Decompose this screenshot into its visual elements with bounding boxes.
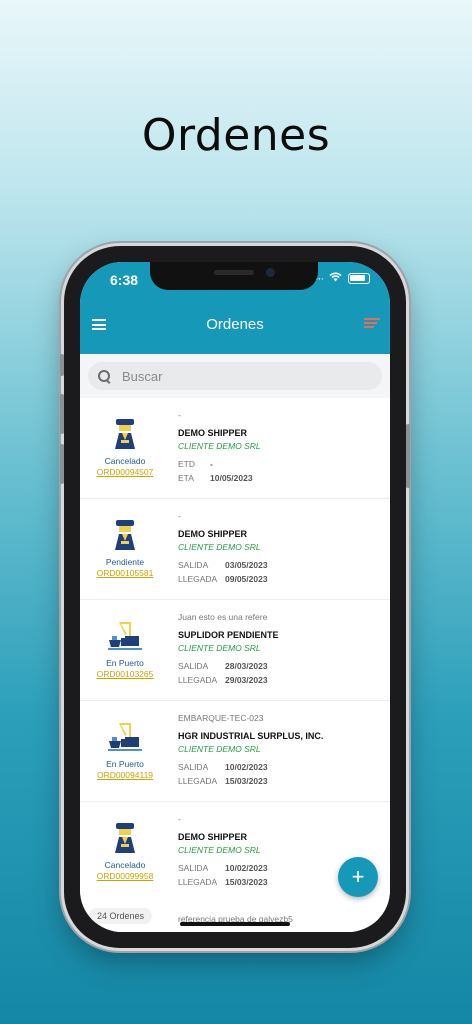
departure-label: SALIDA (178, 560, 209, 570)
order-row[interactable]: Pendiente ORD00105581 - DEMO SHIPPER CLI… (80, 499, 390, 600)
shipper-name: SUPLIDOR PENDIENTE (178, 630, 279, 640)
departure-row: SALIDA 28/03/2023 (178, 661, 383, 671)
client-name: CLIENTE DEMO SRL (178, 643, 261, 653)
departure-label: SALIDA (178, 762, 209, 772)
order-status: Pendiente (105, 557, 145, 567)
client-name: CLIENTE DEMO SRL (178, 845, 261, 855)
arrival-date: 15/03/2023 (225, 877, 268, 887)
shipper-name: DEMO SHIPPER (178, 529, 248, 539)
order-status-block: En Puerto ORD00103265 (80, 600, 170, 700)
officer-icon (107, 822, 143, 854)
order-details: - DEMO SHIPPER CLIENTE DEMO SRL SALIDA 0… (178, 511, 383, 584)
order-row[interactable]: Cancelado ORD00094507 - DEMO SHIPPER CLI… (80, 398, 390, 499)
officer-icon (107, 418, 143, 450)
order-reference: Juan esto es una refere (178, 612, 268, 622)
order-details: Juan esto es una refere SUPLIDOR PENDIEN… (178, 612, 383, 685)
arrival-row: LLEGADA 29/03/2023 (178, 675, 383, 685)
arrival-label: ETA (178, 473, 194, 483)
arrival-label: LLEGADA (178, 877, 218, 887)
departure-date: - (210, 459, 213, 469)
order-details: - DEMO SHIPPER CLIENTE DEMO SRL ETD - ET… (178, 410, 383, 483)
departure-label: SALIDA (178, 863, 209, 873)
phone-frame: 6:38 ···· Ordenes Cancelado ORD00094507 … (60, 246, 410, 948)
search-bar (88, 362, 382, 390)
departure-row: SALIDA 10/02/2023 (178, 762, 383, 772)
client-name: CLIENTE DEMO SRL (178, 441, 261, 451)
order-row[interactable]: En Puerto ORD00094119 EMBARQUE-TEC-023 H… (80, 701, 390, 802)
volume-down-button (60, 444, 64, 484)
arrival-date: 29/03/2023 (225, 675, 268, 685)
arrival-date: 15/03/2023 (225, 776, 268, 786)
power-button (406, 424, 410, 488)
departure-label: ETD (178, 459, 195, 469)
notch (150, 262, 318, 290)
arrival-date: 10/05/2023 (210, 473, 253, 483)
screen: 6:38 ···· Ordenes Cancelado ORD00094507 … (80, 262, 390, 932)
order-id-link[interactable]: ORD00099958 (80, 871, 170, 881)
departure-date: 10/02/2023 (225, 762, 268, 772)
arrival-label: LLEGADA (178, 776, 218, 786)
volume-up-button (60, 394, 64, 434)
departure-row: ETD - (178, 459, 383, 469)
arrival-label: LLEGADA (178, 574, 218, 584)
officer-icon (107, 519, 143, 551)
departure-date: 10/02/2023 (225, 863, 268, 873)
order-status-block: Cancelado ORD00099958 (80, 802, 170, 902)
port-crane-icon (107, 721, 143, 753)
order-id-link[interactable]: ORD00105581 (80, 568, 170, 578)
departure-label: SALIDA (178, 661, 209, 671)
order-status: En Puerto (106, 759, 144, 769)
client-name: CLIENTE DEMO SRL (178, 744, 261, 754)
order-status-block: En Puerto ORD00094119 (80, 701, 170, 801)
order-id-link[interactable]: ORD00094507 (80, 467, 170, 477)
client-name: CLIENTE DEMO SRL (178, 542, 261, 552)
order-count-badge: 24 Ordenes (90, 909, 152, 923)
departure-date: 03/05/2023 (225, 560, 268, 570)
departure-row: SALIDA 03/05/2023 (178, 560, 383, 570)
order-row[interactable]: En Puerto ORD00103265 Juan esto es una r… (80, 600, 390, 701)
sort-icon[interactable] (364, 318, 380, 330)
arrival-row: LLEGADA 15/03/2023 (178, 776, 383, 786)
order-reference: - (178, 814, 181, 824)
wifi-icon (329, 272, 342, 285)
orders-list: Cancelado ORD00094507 - DEMO SHIPPER CLI… (80, 398, 390, 903)
arrival-label: LLEGADA (178, 675, 218, 685)
port-crane-icon (107, 620, 143, 652)
search-icon (98, 370, 110, 382)
shipper-name: DEMO SHIPPER (178, 428, 248, 438)
status-icons: ···· (312, 272, 370, 285)
status-time: 6:38 (110, 272, 139, 288)
shipper-name: DEMO SHIPPER (178, 832, 248, 842)
order-id-link[interactable]: ORD00103265 (80, 669, 170, 679)
order-reference: - (178, 511, 181, 521)
page-title: Ordenes (206, 316, 264, 333)
search-input[interactable] (122, 368, 362, 384)
order-status-block: Cancelado ORD00094507 (80, 398, 170, 498)
arrival-row: ETA 10/05/2023 (178, 473, 383, 483)
departure-date: 28/03/2023 (225, 661, 268, 671)
arrival-date: 09/05/2023 (225, 574, 268, 584)
order-reference: - (178, 410, 181, 420)
order-status: En Puerto (106, 658, 144, 668)
order-status: Cancelado (104, 456, 146, 466)
home-indicator (180, 922, 290, 926)
order-details: EMBARQUE-TEC-023 HGR INDUSTRIAL SURPLUS,… (178, 713, 383, 786)
order-reference: EMBARQUE-TEC-023 (178, 713, 264, 723)
arrival-row: LLEGADA 09/05/2023 (178, 574, 383, 584)
battery-icon (348, 273, 370, 284)
shipper-name: HGR INDUSTRIAL SURPLUS, INC. (178, 731, 324, 741)
add-order-button[interactable]: + (338, 857, 378, 897)
order-status: Cancelado (104, 860, 146, 870)
order-status-block: Pendiente ORD00105581 (80, 499, 170, 599)
order-id-link[interactable]: ORD00094119 (80, 770, 170, 780)
mute-switch (60, 354, 64, 376)
headline: Ordenes (141, 110, 331, 161)
